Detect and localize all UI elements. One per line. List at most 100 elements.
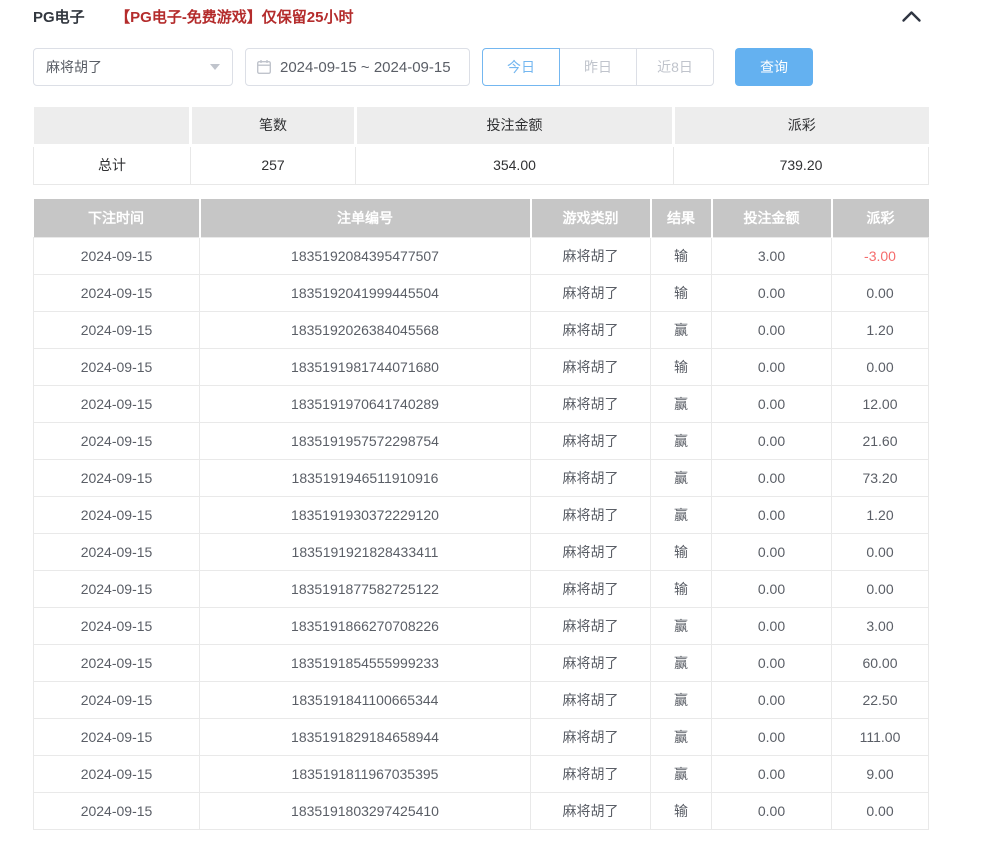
cell-amount: 0.00	[712, 755, 832, 792]
cell-payout: -3.00	[832, 237, 929, 274]
cell-payout: 0.00	[832, 533, 929, 570]
cell-game: 麻将胡了	[531, 755, 651, 792]
filter-bar: 麻将胡了 2024-09-15 ~ 2024-09-15 今日 昨日 近8日 查…	[33, 48, 813, 86]
table-row: 2024-09-151835191981744071680麻将胡了输0.000.…	[34, 348, 929, 385]
panel-title: PG电子	[33, 9, 85, 26]
cell-game: 麻将胡了	[531, 348, 651, 385]
cell-payout: 73.20	[832, 459, 929, 496]
cell-amount: 0.00	[712, 348, 832, 385]
summary-total-label: 总计	[34, 145, 191, 184]
cell-payout: 0.00	[832, 348, 929, 385]
cell-result: 输	[651, 792, 712, 829]
summary-header-payout: 派彩	[674, 107, 929, 145]
quick-filter-yesterday[interactable]: 昨日	[559, 48, 637, 86]
cell-payout: 111.00	[832, 718, 929, 755]
cell-amount: 0.00	[712, 792, 832, 829]
table-row: 2024-09-151835191946511910916麻将胡了赢0.0073…	[34, 459, 929, 496]
cell-result: 赢	[651, 496, 712, 533]
cell-date: 2024-09-15	[34, 570, 200, 607]
cell-amount: 0.00	[712, 385, 832, 422]
quick-filter-last8days[interactable]: 近8日	[636, 48, 714, 86]
cell-game: 麻将胡了	[531, 607, 651, 644]
cell-date: 2024-09-15	[34, 681, 200, 718]
date-range-input[interactable]: 2024-09-15 ~ 2024-09-15	[245, 48, 470, 86]
search-button[interactable]: 查询	[735, 48, 813, 86]
cell-date: 2024-09-15	[34, 274, 200, 311]
cell-result: 赢	[651, 755, 712, 792]
table-row: 2024-09-151835191811967035395麻将胡了赢0.009.…	[34, 755, 929, 792]
cell-date: 2024-09-15	[34, 422, 200, 459]
cell-result: 赢	[651, 385, 712, 422]
cell-payout: 0.00	[832, 570, 929, 607]
cell-payout: 3.00	[832, 607, 929, 644]
cell-amount: 0.00	[712, 496, 832, 533]
cell-game: 麻将胡了	[531, 718, 651, 755]
cell-bet-id: 1835191854555999233	[200, 644, 531, 681]
cell-bet-id: 1835191877582725122	[200, 570, 531, 607]
table-row: 2024-09-151835191877582725122麻将胡了输0.000.…	[34, 570, 929, 607]
cell-date: 2024-09-15	[34, 718, 200, 755]
panel-notice: 【PG电子-免费游戏】仅保留25小时	[115, 9, 353, 26]
cell-game: 麻将胡了	[531, 533, 651, 570]
cell-amount: 0.00	[712, 274, 832, 311]
cell-game: 麻将胡了	[531, 422, 651, 459]
records-header-row: 下注时间 注单编号 游戏类别 结果 投注金额 派彩	[34, 199, 929, 237]
cell-game: 麻将胡了	[531, 274, 651, 311]
cell-bet-id: 1835191803297425410	[200, 792, 531, 829]
summary-header-count: 笔数	[191, 107, 356, 145]
cell-result: 输	[651, 274, 712, 311]
cell-bet-id: 1835192026384045568	[200, 311, 531, 348]
table-row: 2024-09-151835191829184658944麻将胡了赢0.0011…	[34, 718, 929, 755]
cell-bet-id: 1835191866270708226	[200, 607, 531, 644]
records-header-payout: 派彩	[832, 199, 929, 237]
table-row: 2024-09-151835191921828433411麻将胡了输0.000.…	[34, 533, 929, 570]
cell-game: 麻将胡了	[531, 237, 651, 274]
cell-amount: 3.00	[712, 237, 832, 274]
table-row: 2024-09-151835191957572298754麻将胡了赢0.0021…	[34, 422, 929, 459]
cell-payout: 60.00	[832, 644, 929, 681]
quick-filter-today[interactable]: 今日	[482, 48, 560, 86]
cell-date: 2024-09-15	[34, 607, 200, 644]
cell-date: 2024-09-15	[34, 496, 200, 533]
cell-bet-id: 1835191957572298754	[200, 422, 531, 459]
cell-result: 输	[651, 570, 712, 607]
cell-bet-id: 1835191946511910916	[200, 459, 531, 496]
cell-game: 麻将胡了	[531, 311, 651, 348]
summary-header-row: 笔数 投注金额 派彩	[34, 107, 929, 145]
records-header-bet-id: 注单编号	[200, 199, 531, 237]
collapse-button[interactable]	[901, 10, 922, 23]
chevron-up-icon	[901, 11, 922, 26]
cell-amount: 0.00	[712, 718, 832, 755]
cell-game: 麻将胡了	[531, 681, 651, 718]
cell-game: 麻将胡了	[531, 496, 651, 533]
cell-payout: 12.00	[832, 385, 929, 422]
cell-payout: 1.20	[832, 311, 929, 348]
cell-result: 赢	[651, 311, 712, 348]
cell-bet-id: 1835191930372229120	[200, 496, 531, 533]
records-header-bet-amount: 投注金额	[712, 199, 832, 237]
cell-amount: 0.00	[712, 607, 832, 644]
chevron-down-icon	[210, 64, 220, 70]
quick-filter-group: 今日 昨日 近8日	[482, 48, 714, 86]
table-row: 2024-09-151835192084395477507麻将胡了输3.00-3…	[34, 237, 929, 274]
calendar-icon	[256, 59, 272, 75]
cell-game: 麻将胡了	[531, 570, 651, 607]
cell-bet-id: 1835191970641740289	[200, 385, 531, 422]
table-row: 2024-09-151835191803297425410麻将胡了输0.000.…	[34, 792, 929, 829]
cell-result: 输	[651, 348, 712, 385]
cell-bet-id: 1835192084395477507	[200, 237, 531, 274]
cell-date: 2024-09-15	[34, 348, 200, 385]
cell-game: 麻将胡了	[531, 385, 651, 422]
game-select[interactable]: 麻将胡了	[33, 48, 233, 86]
summary-header-bet-amount: 投注金额	[356, 107, 674, 145]
cell-bet-id: 1835191841100665344	[200, 681, 531, 718]
summary-table: 笔数 投注金额 派彩 总计 257 354.00 739.20	[33, 107, 929, 185]
table-row: 2024-09-151835191930372229120麻将胡了赢0.001.…	[34, 496, 929, 533]
cell-date: 2024-09-15	[34, 533, 200, 570]
cell-payout: 9.00	[832, 755, 929, 792]
game-select-value: 麻将胡了	[46, 57, 102, 77]
cell-payout: 0.00	[832, 792, 929, 829]
cell-payout: 1.20	[832, 496, 929, 533]
records-header-bet-time: 下注时间	[34, 199, 200, 237]
cell-payout: 22.50	[832, 681, 929, 718]
